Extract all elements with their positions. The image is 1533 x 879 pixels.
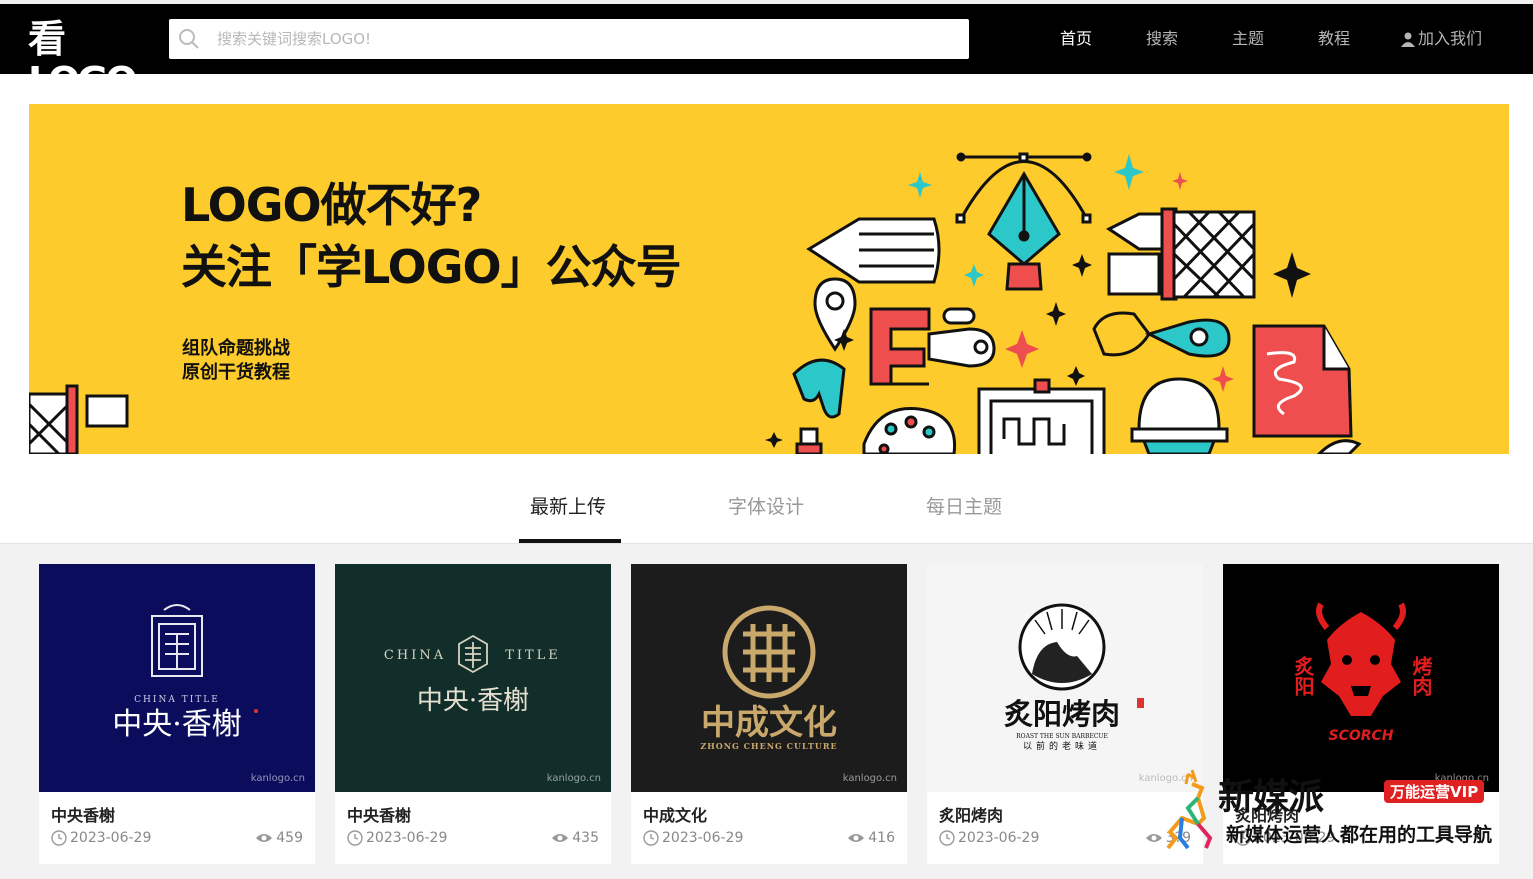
logo-cn-text: 中央·香榭	[417, 686, 529, 716]
site-logo[interactable]: 看LOGO	[28, 18, 140, 102]
clock-icon	[939, 830, 955, 846]
card-views: 435	[551, 830, 599, 846]
logo-artwork: 炙阳 烤肉 SCORCH	[1291, 602, 1433, 744]
card-date: 2023-06-29	[643, 830, 743, 846]
nav-join-us[interactable]: 加入我们	[1400, 4, 1482, 74]
logo-artwork: 炙阳烤肉 ROAST THE SUN BARBECUE 以前的老味道	[1004, 603, 1144, 752]
tab-latest[interactable]: 最新上传	[530, 492, 606, 519]
search-box[interactable]	[169, 19, 969, 59]
content-tabs: 最新上传 字体设计 每日主题	[0, 478, 1533, 544]
card-title[interactable]: 中央香榭	[51, 802, 115, 826]
card-thumbnail[interactable]: 炙阳烤肉 ROAST THE SUN BARBECUE 以前的老味道 kanlo…	[927, 564, 1203, 792]
nav-join-label: 加入我们	[1418, 29, 1483, 48]
eye-icon	[552, 834, 569, 842]
logo-cn-text: 炙阳烤肉	[1004, 697, 1120, 731]
logo-cn-text: 中央·香榭	[112, 707, 242, 742]
clock-icon	[643, 830, 659, 846]
search-icon[interactable]	[177, 27, 201, 51]
logo-en-right: TITLE	[505, 648, 561, 663]
nav-home[interactable]: 首页	[1060, 4, 1092, 74]
card-meta: 2023-06-29 3?9	[939, 830, 1191, 850]
logo-cn-right: 烤肉	[1409, 656, 1433, 696]
overlay-tagline: 新媒体运营人都在用的工具导航	[1226, 824, 1493, 846]
card-views: 416	[847, 830, 895, 846]
banner-subtitle: 组队命题挑战 原创干货教程	[182, 337, 290, 385]
card-thumbnail[interactable]: 炙阳 烤肉 SCORCH kanlogo.cn	[1223, 564, 1499, 792]
logo-card[interactable]: CHINA TITLE 中央·香榭 kanlogo.cn 中央香榭 2023-0…	[39, 564, 315, 864]
logo-tagline: 以前的老味道	[1023, 740, 1101, 752]
clock-icon	[51, 830, 67, 846]
overlay-brand: 新媒派	[1218, 777, 1324, 818]
overlay-badge: 万能运营VIP	[1384, 780, 1485, 803]
promo-watermark-overlay: 新媒派 万能运营VIP 新媒体运营人都在用的工具导航	[1158, 768, 1518, 852]
top-nav-bar: 看LOGO 首页 搜索 主题 教程 加入我们	[0, 4, 1533, 102]
tab-daily-topic[interactable]: 每日主题	[926, 492, 1002, 519]
card-date: 2023-06-29	[347, 830, 447, 846]
card-title[interactable]: 中央香榭	[347, 802, 411, 826]
card-date: 2023-06-29	[939, 830, 1039, 846]
watermark: kanlogo.cn	[546, 773, 601, 784]
clock-icon	[347, 830, 363, 846]
logo-en-text: CHINA TITLE	[134, 695, 220, 705]
logo-card[interactable]: CHINA TITLE 中央·香榭 kanlogo.cn 中央香榭 2023-0…	[335, 564, 611, 864]
watermark: kanlogo.cn	[842, 773, 897, 784]
nav-search[interactable]: 搜索	[1146, 4, 1178, 74]
watermark: kanlogo.cn	[250, 773, 305, 784]
date-text: 2023-06-29	[366, 830, 448, 846]
logo-en-text: SCORCH	[1328, 728, 1393, 744]
card-date: 2023-06-29	[51, 830, 151, 846]
banner-sub-line1: 组队命题挑战	[182, 338, 290, 359]
card-thumbnail[interactable]: CHINA TITLE 中央·香榭 kanlogo.cn	[39, 564, 315, 792]
logo-artwork: CHINA TITLE 中央·香榭	[384, 634, 561, 716]
search-input[interactable]	[217, 19, 957, 59]
deer-logo-icon	[1166, 769, 1213, 850]
card-thumbnail[interactable]: 中成文化 ZHONG CHENG CULTURE kanlogo.cn	[631, 564, 907, 792]
card-meta: 2023-06-29 416	[643, 830, 895, 850]
logo-artwork: 中成文化 ZHONG CHENG CULTURE	[700, 605, 837, 751]
nav-topics[interactable]: 主题	[1232, 4, 1264, 74]
promo-banner[interactable]: LOGO做不好? 关注「学LOGO」公众号 组队命题挑战 原创干货教程	[29, 104, 1509, 454]
card-meta: 2023-06-29 459	[51, 830, 303, 850]
views-text: 416	[868, 830, 895, 846]
views-text: 459	[276, 830, 303, 846]
logo-card[interactable]: 中成文化 ZHONG CHENG CULTURE kanlogo.cn 中成文化…	[631, 564, 907, 864]
card-title[interactable]: 中成文化	[643, 802, 707, 826]
logo-cn-text: 中成文化	[701, 703, 837, 743]
card-views: 459	[255, 830, 303, 846]
nav-tutorials[interactable]: 教程	[1318, 4, 1350, 74]
logo-en-left: CHINA	[384, 648, 446, 663]
logo-en-text: ROAST THE SUN BARBECUE	[1016, 733, 1108, 740]
user-icon	[1401, 32, 1415, 47]
logo-en-text: ZHONG CHENG CULTURE	[700, 741, 837, 751]
logo-cn-left: 炙阳	[1291, 655, 1315, 697]
banner-sub-line2: 原创干货教程	[182, 362, 290, 383]
banner-title-line2: 关注「学LOGO」公众号	[181, 240, 682, 294]
tab-font-design[interactable]: 字体设计	[728, 492, 804, 519]
eye-icon	[256, 834, 273, 842]
tabs-divider	[0, 543, 1533, 544]
eye-icon	[848, 834, 865, 842]
banner-title: LOGO做不好? 关注「学LOGO」公众号	[181, 174, 682, 298]
banner-title-line1: LOGO做不好?	[181, 178, 482, 232]
card-meta: 2023-06-29 435	[347, 830, 599, 850]
date-text: 2023-06-29	[70, 830, 152, 846]
card-thumbnail[interactable]: CHINA TITLE 中央·香榭 kanlogo.cn	[335, 564, 611, 792]
card-title[interactable]: 炙阳烤肉	[939, 802, 1003, 826]
views-text: 435	[572, 830, 599, 846]
date-text: 2023-06-29	[958, 830, 1040, 846]
date-text: 2023-06-29	[662, 830, 744, 846]
logo-artwork: CHINA TITLE 中央·香榭	[112, 604, 258, 742]
